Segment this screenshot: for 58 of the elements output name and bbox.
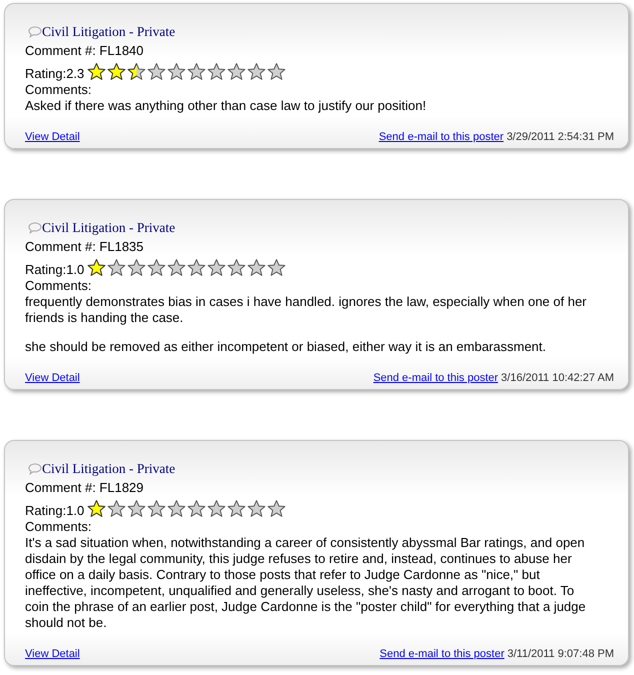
comments-label: Comments: (25, 278, 92, 294)
star-icon (127, 258, 146, 276)
star-icon (107, 498, 126, 518)
star-icon (107, 62, 126, 80)
star-icon (227, 62, 246, 80)
star-icon (167, 258, 186, 276)
star-icon (207, 498, 226, 518)
star-icon (87, 258, 106, 276)
comment-number: Comment #: FL1835 (25, 238, 145, 256)
star-icon (87, 498, 106, 518)
star-icon (127, 498, 146, 518)
comment-title: Civil Litigation - Private (42, 220, 176, 236)
comments-label: Comments: (25, 82, 92, 98)
star-icon (87, 62, 106, 80)
post-date: 3/11/2011 9:07:48 PM (507, 648, 614, 660)
speech-bubble-icon (28, 463, 42, 475)
star-icon (107, 258, 126, 276)
star-icon (207, 62, 226, 80)
email-poster-link[interactable]: Send e-mail to this poster (373, 372, 498, 384)
post-date: 3/29/2011 2:54:31 PM (506, 131, 614, 143)
comment-text: frequently demonstrates bias in cases i have handled. ignores the law, especially when one of her friends is handing the case. (25, 294, 588, 326)
view-detail-link[interactable]: View Detail (25, 130, 80, 144)
comment-text: Asked if there was anything other than case law to justify our position! (25, 98, 428, 114)
view-detail-link[interactable]: View Detail (25, 647, 80, 661)
star-icon (187, 62, 206, 80)
email-poster-link[interactable]: Send e-mail to this poster (378, 131, 504, 143)
speech-bubble-icon (28, 26, 42, 38)
star-icon (227, 498, 246, 518)
comments-label: Comments: (25, 519, 92, 535)
star-icon (147, 498, 166, 518)
speech-bubble-icon (28, 222, 42, 234)
star-icon (227, 258, 246, 276)
email-poster-link[interactable]: Send e-mail to this poster (380, 648, 504, 660)
star-icon (167, 62, 186, 80)
rating-label: Rating:2.3 (25, 64, 84, 80)
post-date: 3/16/2011 10:42:27 AM (501, 372, 614, 384)
rating-label: Rating:1.0 (25, 502, 84, 518)
comment-title: Civil Litigation - Private (42, 24, 176, 40)
view-detail-link[interactable]: View Detail (25, 371, 80, 385)
star-icon (247, 498, 266, 518)
comment-title: Civil Litigation - Private (42, 461, 176, 477)
star-icon (147, 62, 166, 80)
rating-label: Rating:1.0 (25, 260, 84, 276)
comment-text: It's a sad situation when, notwithstanding a career of consistently abyssmal Bar ratings, and open disdain by the legal community, this judge refuses to retire and, instead, continues to abuse her office on a daily basis. Contrary to those posts that refer to Judge Cardonne as "nice," but ineffective, incompetent, unqualified and generally useless, she's nasty and arrogant to boot. To coin the phrase of an earlier post, Judge Cardonne is the "poster child" for everything that a judge should not be. (25, 535, 587, 631)
star-icon (267, 498, 286, 518)
star-icon (247, 62, 266, 80)
star-icon (187, 258, 206, 276)
star-icon (167, 498, 186, 518)
star-icon (267, 62, 286, 80)
comment-text: she should be removed as either incompetent or biased, either way it is an embarassment. (25, 339, 547, 355)
comment-number: Comment #: FL1829 (25, 479, 145, 497)
star-icon (207, 258, 226, 276)
star-icon (247, 258, 266, 276)
comment-number: Comment #: FL1840 (25, 42, 145, 60)
star-icon (267, 258, 286, 276)
star-icon (187, 498, 206, 518)
star-icon (147, 258, 166, 276)
star-icon (127, 62, 146, 80)
